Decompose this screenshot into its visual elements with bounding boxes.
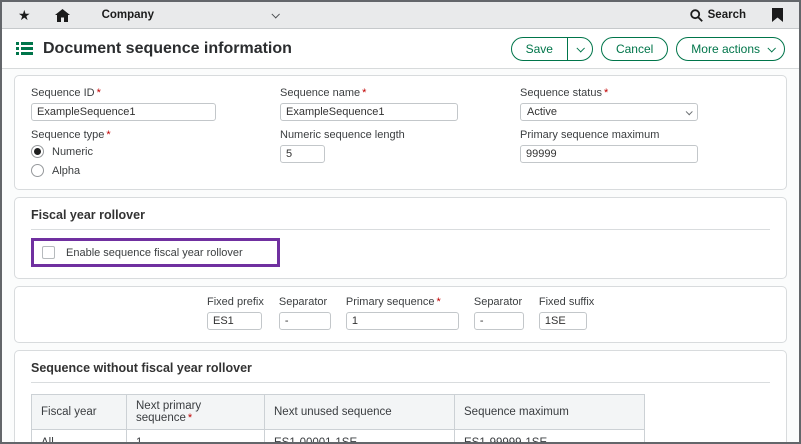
fixed-suffix-input[interactable] [539,312,587,330]
sequence-status-value: Active [527,106,557,118]
col-next-unused-sequence: Next unused sequence [265,395,455,430]
cancel-button[interactable]: Cancel [601,37,668,61]
separator1-input[interactable] [279,312,331,330]
sequence-type-label: Sequence type [31,129,104,141]
primary-sequence-maximum-label: Primary sequence maximum [520,129,770,141]
primary-sequence-label: Primary sequence [346,296,435,308]
separator2-input[interactable] [474,312,524,330]
chevron-down-icon [576,44,584,52]
required-marker: * [188,412,192,424]
table-header-row: Fiscal year Next primary sequence* Next … [32,395,645,430]
radio-alpha-label: Alpha [52,165,80,177]
sequence-status-select[interactable]: Active [520,103,698,121]
fiscal-year-rollover-heading: Fiscal year rollover [31,208,770,222]
primary-sequence-input[interactable] [346,312,459,330]
cell-sequence-maximum: ES1-99999-1SE [455,430,645,444]
primary-sequence-field: Primary sequence* [346,296,459,330]
sequence-format-card: Fixed prefix Separator Primary sequence*… [14,286,787,343]
save-split-button: Save [511,37,593,61]
chevron-down-icon [686,108,693,115]
numeric-sequence-length-input[interactable] [280,145,325,163]
list-menu-icon[interactable] [16,41,33,56]
fixed-prefix-input[interactable] [207,312,262,330]
cell-next-unused-sequence: ES1-00001-1SE [265,430,455,444]
highlight-annotation-box: Enable sequence fiscal year rollover [31,238,280,267]
radio-alpha[interactable] [31,164,44,177]
required-marker: * [437,296,441,308]
primary-sequence-maximum-field: Primary sequence maximum [520,129,770,177]
company-menu[interactable]: Company [102,9,278,21]
required-marker: * [97,87,101,99]
favorites-star-icon[interactable]: ★ [18,8,31,22]
sequence-id-label: Sequence ID [31,87,95,99]
numeric-sequence-length-field: Numeric sequence length [280,129,520,177]
fiscal-year-rollover-card: Fiscal year rollover Enable sequence fis… [14,197,787,279]
search-button[interactable]: Search [690,9,746,22]
radio-numeric-label: Numeric [52,146,93,158]
sequence-status-label: Sequence status [520,87,602,99]
separator1-label: Separator [279,296,331,308]
required-marker: * [604,87,608,99]
sequence-table: Fiscal year Next primary sequence* Next … [31,394,645,444]
chevron-down-icon [271,10,279,18]
sequence-name-label: Sequence name [280,87,360,99]
separator1-field: Separator [279,296,331,330]
more-actions-button[interactable]: More actions [676,37,785,61]
sequence-table-heading: Sequence without fiscal year rollover [31,361,770,375]
sequence-type-field: Sequence type* Numeric Alpha [31,129,280,177]
page-title: Document sequence information [43,40,292,58]
separator2-field: Separator [474,296,524,330]
app-window: ★ Company Search Doc [0,0,801,444]
sequence-name-field: Sequence name* [280,87,520,121]
bookmark-icon[interactable] [772,8,783,22]
table-row: All 1 ES1-00001-1SE ES1-99999-1SE [32,430,645,444]
cell-next-primary-sequence[interactable]: 1 [127,430,265,444]
sequence-id-field: Sequence ID* [31,87,280,121]
col-next-primary-sequence: Next primary sequence* [127,395,265,430]
radio-numeric[interactable] [31,145,44,158]
search-label: Search [708,9,746,21]
sequence-name-input[interactable] [280,103,458,121]
required-marker: * [106,129,110,141]
enable-rollover-checkbox-label: Enable sequence fiscal year rollover [66,247,243,259]
enable-rollover-checkbox[interactable] [42,246,55,259]
col-sequence-maximum: Sequence maximum [455,395,645,430]
sequence-without-rollover-card: Sequence without fiscal year rollover Fi… [14,350,787,444]
more-actions-label: More actions [677,38,768,60]
required-marker: * [362,87,366,99]
chevron-down-icon [767,44,775,52]
primary-sequence-maximum-input[interactable] [520,145,698,163]
sequence-status-field: Sequence status* Active [520,87,770,121]
fixed-suffix-label: Fixed suffix [539,296,594,308]
sequence-details-card: Sequence ID* Sequence name* Sequence sta… [14,75,787,190]
col-fiscal-year: Fiscal year [32,395,127,430]
section-divider [31,382,770,383]
cell-fiscal-year: All [32,430,127,444]
search-icon [690,9,703,22]
fixed-prefix-field: Fixed prefix [207,296,264,330]
fixed-prefix-label: Fixed prefix [207,296,264,308]
fixed-suffix-field: Fixed suffix [539,296,594,330]
page-header: Document sequence information Save Cance… [2,29,799,69]
section-divider [31,229,770,230]
separator2-label: Separator [474,296,524,308]
main-content: Sequence ID* Sequence name* Sequence sta… [2,69,799,444]
save-dropdown-button[interactable] [567,38,592,60]
sequence-id-input[interactable] [31,103,216,121]
cancel-button-label: Cancel [602,38,667,60]
home-icon[interactable] [55,9,70,22]
top-navigation-bar: ★ Company Search [2,2,799,29]
company-menu-label: Company [102,9,154,21]
save-button[interactable]: Save [512,38,567,60]
numeric-sequence-length-label: Numeric sequence length [280,129,520,141]
